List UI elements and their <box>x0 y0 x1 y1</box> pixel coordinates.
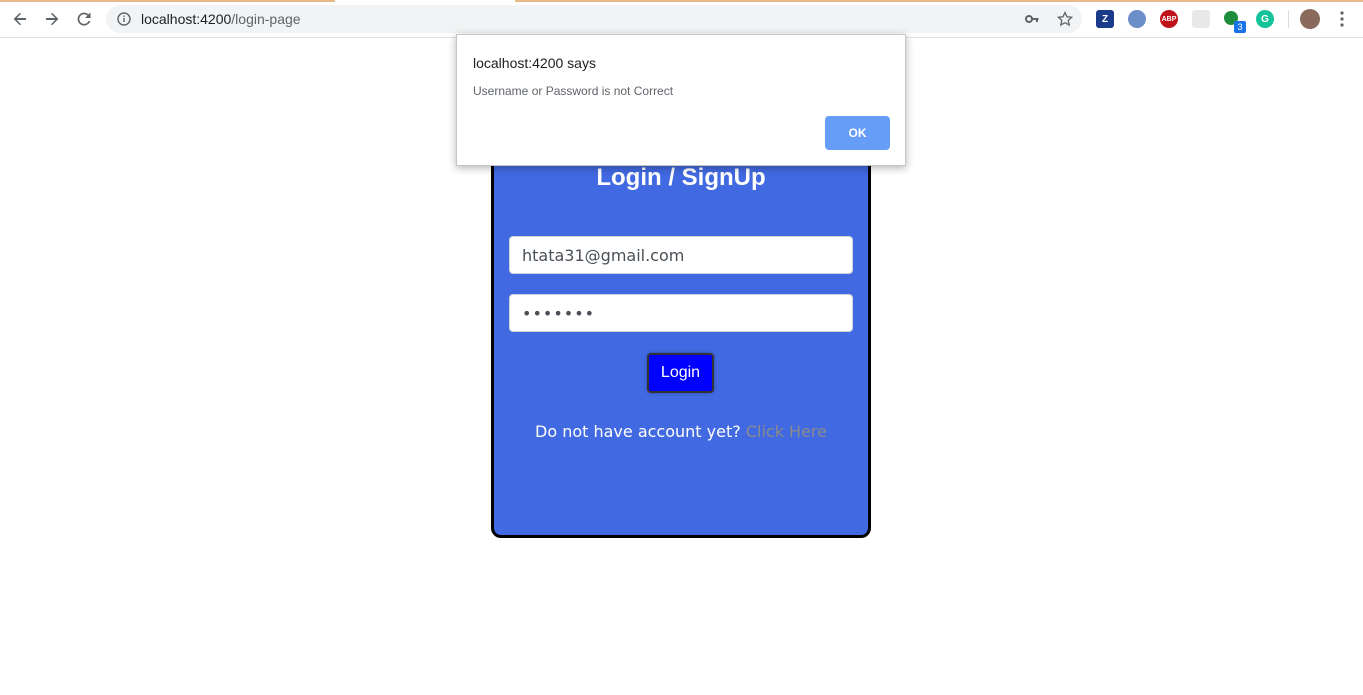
ok-button[interactable]: OK <box>825 116 890 150</box>
quill-extension-icon[interactable] <box>1128 10 1146 28</box>
profile-avatar[interactable] <box>1300 9 1320 29</box>
alert-dialog: localhost:4200 says Username or Password… <box>456 34 906 166</box>
menu-button[interactable] <box>1330 7 1354 31</box>
back-button[interactable] <box>8 7 32 31</box>
more-vertical-icon <box>1340 11 1344 27</box>
address-bar[interactable]: localhost:4200/login-page <box>106 5 1082 33</box>
signup-prompt: Do not have account yet? Click Here <box>494 422 868 441</box>
adblock-label: ABP <box>1161 15 1177 23</box>
reload-button[interactable] <box>72 7 96 31</box>
adblock-extension-icon[interactable]: ABP <box>1160 10 1178 28</box>
key-icon[interactable] <box>1024 11 1040 27</box>
browser-toolbar: localhost:4200/login-page Z ABP 3 G <box>0 0 1363 38</box>
zotero-extension-icon[interactable]: Z <box>1096 10 1114 28</box>
zotero-label: Z <box>1101 13 1109 25</box>
extension-badge: 3 <box>1234 21 1246 33</box>
reload-icon <box>77 12 91 26</box>
arrow-right-icon <box>46 12 59 26</box>
grammarly-label: G <box>1261 13 1269 25</box>
url-text[interactable]: localhost:4200/login-page <box>141 11 301 27</box>
grammarly-extension-icon[interactable]: G <box>1256 10 1274 28</box>
url-host: localhost:4200 <box>141 11 232 27</box>
star-icon[interactable] <box>1057 11 1073 27</box>
login-title: Login / SignUp <box>596 164 766 191</box>
info-icon[interactable] <box>116 11 132 27</box>
dialog-title: localhost:4200 says <box>473 55 596 71</box>
arrow-left-icon <box>13 12 26 26</box>
loading-bar-right <box>515 0 1363 2</box>
password-input[interactable]: ••••••• <box>509 294 853 332</box>
loading-bar <box>0 0 335 2</box>
toolbar-separator <box>1288 10 1289 28</box>
signup-prompt-text: Do not have account yet? <box>535 422 741 441</box>
login-button[interactable]: Login <box>647 353 714 393</box>
login-card: Login / SignUp htata31@gmail.com •••••••… <box>491 125 871 538</box>
email-input[interactable]: htata31@gmail.com <box>509 236 853 274</box>
blank-extension-icon[interactable] <box>1192 10 1210 28</box>
signup-link[interactable]: Click Here <box>746 422 827 441</box>
forward-button[interactable] <box>40 7 64 31</box>
dialog-message: Username or Password is not Correct <box>473 84 674 98</box>
url-path: /login-page <box>231 11 301 27</box>
